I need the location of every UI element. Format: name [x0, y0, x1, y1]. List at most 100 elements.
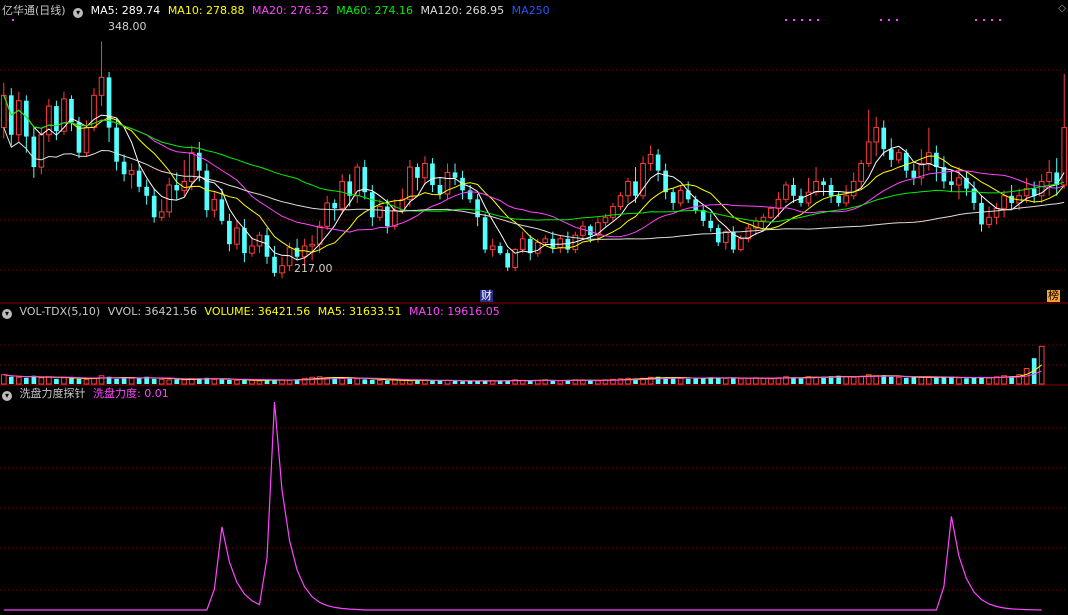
volume-bar — [926, 376, 932, 385]
volume-bar — [376, 379, 383, 385]
candle-body — [550, 238, 556, 248]
marker-dot — [880, 19, 882, 21]
dropdown-icon[interactable]: ▾ — [73, 8, 84, 18]
dropdown-icon[interactable]: ▾ — [2, 391, 12, 401]
candle-body — [836, 195, 841, 203]
indicator-name[interactable]: 洗盘力度探针 — [20, 387, 86, 400]
candle-body — [979, 202, 984, 225]
volume-bar — [166, 379, 173, 385]
volume-bar — [219, 379, 225, 384]
volume-bar — [54, 378, 59, 384]
price-legend: 亿华通(日线) ▾ MA5: 289.74 MA10: 278.88 MA20:… — [2, 4, 554, 18]
candle-body — [625, 180, 631, 197]
candle-body — [1001, 195, 1007, 209]
volume-bar — [722, 377, 729, 385]
candle-body — [227, 220, 232, 245]
candle-body — [693, 199, 699, 211]
volume-bar — [700, 377, 706, 384]
volume-bar — [61, 377, 67, 385]
candle-body — [489, 245, 496, 251]
volume-bar — [685, 378, 691, 384]
washout-line — [3, 401, 1042, 611]
candle-body — [219, 199, 225, 221]
candle-body — [542, 238, 549, 243]
candle-body — [324, 202, 331, 227]
volume-bar — [151, 378, 157, 384]
volume-bar — [768, 378, 774, 385]
volume-bar — [497, 380, 503, 384]
candle-body — [821, 181, 826, 186]
volume-bar — [760, 377, 767, 385]
ranking-tag[interactable]: 榜 — [1047, 290, 1060, 302]
volume-bar — [234, 379, 240, 385]
candle-body — [369, 192, 375, 218]
candle-body — [557, 238, 564, 249]
marker-dot — [983, 19, 985, 21]
candle-body — [949, 181, 954, 186]
volume-bar — [38, 377, 45, 385]
candle-body — [881, 127, 887, 150]
candle-body — [956, 177, 962, 186]
volume-bar — [76, 378, 82, 384]
volume-bar — [286, 379, 293, 385]
volume-bar — [873, 375, 880, 385]
candle-body — [610, 206, 616, 218]
low-price-label: 217.00 — [294, 262, 333, 275]
candle-body — [415, 167, 420, 178]
diamond-icon[interactable]: ◇ — [1058, 3, 1066, 14]
candle-body — [895, 152, 902, 161]
candle-body — [452, 172, 458, 178]
volume-bar — [527, 380, 533, 384]
marker-dot — [896, 19, 898, 21]
volume-bar — [918, 376, 925, 385]
stock-title[interactable]: 亿华通(日线) — [2, 4, 66, 17]
volume-bar — [460, 381, 465, 384]
candle-body — [407, 166, 413, 200]
volume-bar — [15, 376, 22, 385]
marker-dot — [801, 19, 803, 21]
volume-bar — [227, 379, 232, 384]
candle-body — [121, 161, 127, 175]
dropdown-icon[interactable]: ▾ — [2, 309, 12, 319]
candle-body — [362, 167, 368, 193]
ma120-label: MA120: 268.95 — [420, 4, 505, 17]
candle-body — [422, 162, 428, 179]
candle-body — [633, 181, 638, 196]
volume-bar — [46, 376, 52, 385]
volume-bar — [430, 380, 435, 384]
volume-bar — [911, 377, 917, 384]
ma-line — [3, 95, 1065, 261]
volume-bar — [415, 380, 420, 384]
volume-bar — [399, 379, 406, 385]
volume-bar — [174, 379, 180, 384]
moving-average-lines — [3, 95, 1065, 261]
candle-body — [272, 256, 277, 273]
volume-bar — [309, 376, 315, 385]
volume-bar — [256, 380, 263, 385]
candle-body — [663, 170, 668, 193]
candle-body — [534, 241, 541, 254]
ma5-label: MA5: 289.74 — [90, 4, 161, 17]
volume-bar — [903, 377, 909, 384]
volume-bar — [362, 379, 368, 384]
candle-body — [158, 211, 165, 218]
candle-body — [737, 238, 744, 251]
marker-dot — [785, 19, 787, 21]
volume-bar — [730, 377, 736, 384]
high-price-label: 348.00 — [108, 20, 147, 33]
volume-bar — [888, 376, 894, 384]
financial-report-tag[interactable]: 财 — [480, 290, 493, 302]
volume-bar — [385, 380, 390, 384]
volume-indicator-name[interactable]: VOL-TDX(5,10) — [20, 305, 101, 318]
volume-bar — [956, 377, 962, 385]
candle-body — [934, 152, 939, 168]
volume-bar — [181, 379, 188, 385]
candle-body — [1054, 172, 1060, 186]
volume-bar — [407, 380, 413, 385]
volume-bar — [128, 377, 135, 385]
candle-body — [1009, 195, 1014, 203]
candle-body — [670, 192, 676, 203]
candle-body — [873, 127, 880, 143]
volume-bar — [437, 380, 443, 384]
volume-bar — [8, 376, 14, 384]
